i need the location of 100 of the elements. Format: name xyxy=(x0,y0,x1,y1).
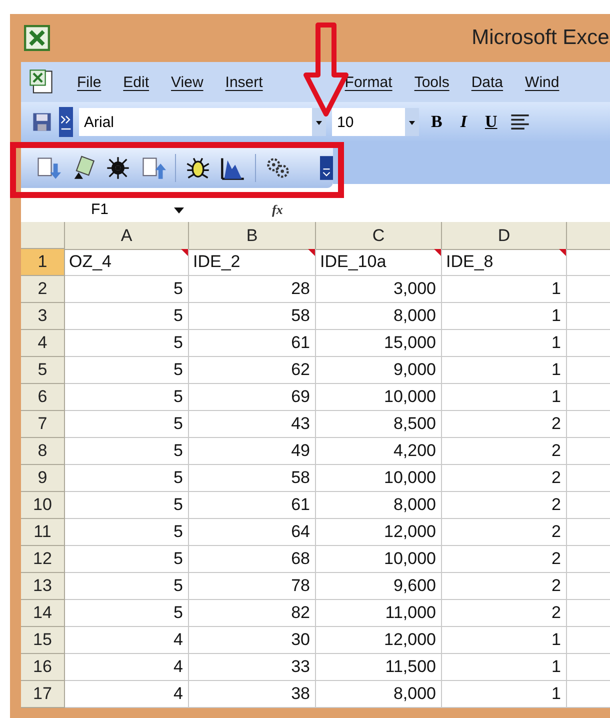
table-cell: 4 xyxy=(65,627,189,654)
table-cell: 2 xyxy=(442,546,567,573)
row-header[interactable]: 17 xyxy=(21,681,65,708)
table-cell: 69 xyxy=(189,384,316,411)
menu-item[interactable]: File xyxy=(77,74,102,90)
table-cell: 12,000 xyxy=(316,519,442,546)
table-cell: 61 xyxy=(189,492,316,519)
column-header[interactable]: B xyxy=(189,222,316,250)
import-icon[interactable] xyxy=(35,155,61,181)
table-cell: IDE_10a xyxy=(316,249,442,276)
table-cell: 5 xyxy=(65,357,189,384)
table-cell: 1 xyxy=(442,627,567,654)
table-cell: 5 xyxy=(65,384,189,411)
save-icon[interactable] xyxy=(31,111,53,133)
table-cell: 2 xyxy=(442,519,567,546)
table-cell: 11,500 xyxy=(316,654,442,681)
menu-item[interactable]: Tools xyxy=(414,74,450,90)
table-cell: 2 xyxy=(442,411,567,438)
italic-button[interactable]: I xyxy=(454,112,473,132)
row-header[interactable]: 1 xyxy=(21,249,65,276)
table-cell: 1 xyxy=(442,357,567,384)
table-cell: OZ_4 xyxy=(65,249,189,276)
table-cell: 30 xyxy=(189,627,316,654)
table-cell: 5 xyxy=(65,600,189,627)
table-cell: 15,000 xyxy=(316,330,442,357)
table-cell: 1 xyxy=(442,384,567,411)
table-cell: 10,000 xyxy=(316,384,442,411)
row-header[interactable]: 14 xyxy=(21,600,65,627)
column-header[interactable]: D xyxy=(442,222,567,250)
table-cell: 62 xyxy=(189,357,316,384)
table-cell: 4,200 xyxy=(316,438,442,465)
table-cell: 8,000 xyxy=(316,681,442,708)
window-title: Microsoft Excel xyxy=(472,26,610,50)
table-cell: 68 xyxy=(189,546,316,573)
table-cell: 1 xyxy=(442,303,567,330)
row-header[interactable]: 13 xyxy=(21,573,65,600)
table-cell: 5 xyxy=(65,492,189,519)
row-header[interactable]: 3 xyxy=(21,303,65,330)
row-header[interactable]: 8 xyxy=(21,438,65,465)
underline-button[interactable]: U xyxy=(478,112,504,132)
table-cell: IDE_2 xyxy=(189,249,316,276)
table-cell: 5 xyxy=(65,438,189,465)
table-cell: 78 xyxy=(189,573,316,600)
row-header[interactable]: 6 xyxy=(21,384,65,411)
menu-item[interactable]: Edit xyxy=(123,74,150,90)
workbook-icon[interactable] xyxy=(27,68,55,96)
menu-item[interactable]: Insert xyxy=(225,74,263,90)
export-icon[interactable] xyxy=(140,155,166,181)
row-header[interactable]: 4 xyxy=(21,330,65,357)
table-cell: 9,600 xyxy=(316,573,442,600)
font-field[interactable]: Arial xyxy=(79,108,326,136)
table-cell: 2 xyxy=(442,573,567,600)
table-cell: 49 xyxy=(189,438,316,465)
table-cell: 3,000 xyxy=(316,276,442,303)
column-header[interactable]: A xyxy=(65,222,189,250)
table-cell: 1 xyxy=(442,276,567,303)
table-cell: 58 xyxy=(189,465,316,492)
menu-item[interactable]: View xyxy=(171,74,204,90)
table-cell: 5 xyxy=(65,573,189,600)
row-header[interactable]: 15 xyxy=(21,627,65,654)
menu-item[interactable]: Format xyxy=(344,74,392,90)
menu-item[interactable]: Data xyxy=(471,74,504,90)
bold-button[interactable]: B xyxy=(425,112,448,132)
table-cell: 5 xyxy=(65,276,189,303)
table-cell: 5 xyxy=(65,303,189,330)
dropdown-arrow-icon[interactable] xyxy=(174,206,184,214)
row-header[interactable]: 11 xyxy=(21,519,65,546)
table-cell: 2 xyxy=(442,600,567,627)
table-cell: 5 xyxy=(65,519,189,546)
table-cell: 10,000 xyxy=(316,546,442,573)
table-cell: 33 xyxy=(189,654,316,681)
row-header[interactable]: 2 xyxy=(21,276,65,303)
row-header[interactable]: 12 xyxy=(21,546,65,573)
table-cell: 5 xyxy=(65,546,189,573)
row-header[interactable]: 7 xyxy=(21,411,65,438)
column-header[interactable]: C xyxy=(316,222,442,250)
row-header[interactable]: 5 xyxy=(21,357,65,384)
table-cell: 64 xyxy=(189,519,316,546)
table-cell: 2 xyxy=(442,438,567,465)
name-box[interactable]: F1 xyxy=(21,203,174,217)
row-header[interactable]: 10 xyxy=(21,492,65,519)
row-header[interactable]: 16 xyxy=(21,654,65,681)
table-cell: 61 xyxy=(189,330,316,357)
table-cell: 43 xyxy=(189,411,316,438)
table-cell: 9,000 xyxy=(316,357,442,384)
beetle-icon[interactable] xyxy=(185,155,211,181)
function-label[interactable]: fx xyxy=(272,202,286,218)
table-cell: 5 xyxy=(65,330,189,357)
table-cell: 1 xyxy=(442,681,567,708)
table-cell: 8,000 xyxy=(316,492,442,519)
table-cell: 11,000 xyxy=(316,600,442,627)
table-cell: 5 xyxy=(65,411,189,438)
table-cell: 82 xyxy=(189,600,316,627)
toolbar-options-icon[interactable] xyxy=(59,107,73,137)
row-header[interactable]: 9 xyxy=(21,465,65,492)
table-cell: 4 xyxy=(65,681,189,708)
table-cell: 58 xyxy=(189,303,316,330)
font-size-field[interactable]: 10 xyxy=(332,108,419,136)
menu-item[interactable]: Wind xyxy=(525,74,560,90)
table-cell: 5 xyxy=(65,465,189,492)
